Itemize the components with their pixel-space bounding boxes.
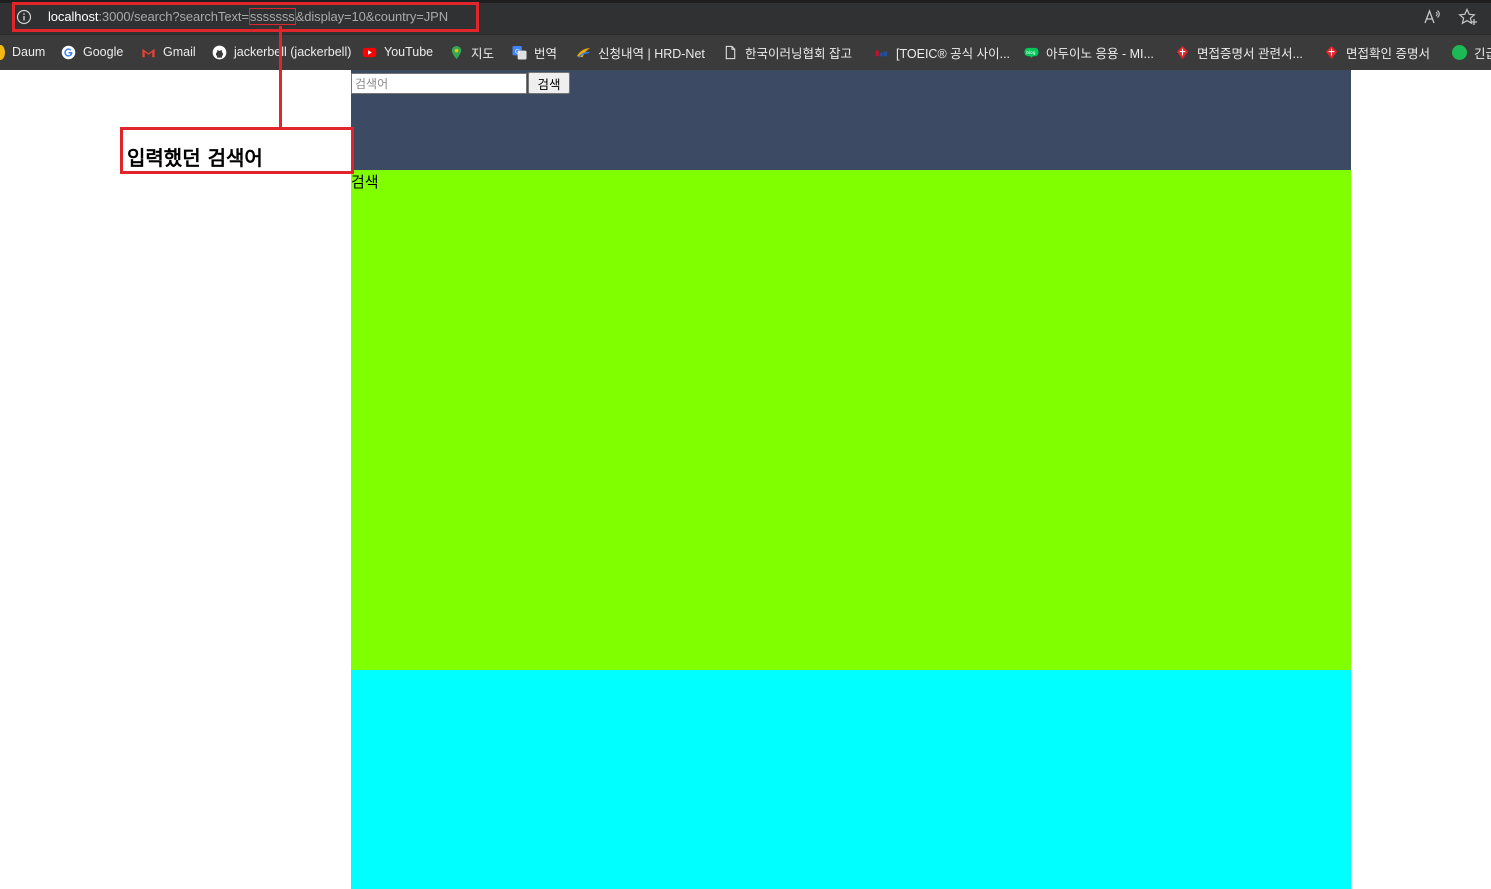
- read-aloud-icon[interactable]: [1423, 9, 1441, 25]
- cert-icon: [1325, 45, 1338, 59]
- search-button[interactable]: 검색: [528, 72, 570, 94]
- bookmark-label: 신청내역 | HRD-Net: [598, 46, 705, 61]
- bookmark-label: Google: [83, 45, 124, 59]
- annotation-connector-line: [279, 26, 282, 128]
- bookmark-label: 번역: [534, 46, 558, 61]
- add-favorite-icon[interactable]: [1458, 8, 1478, 26]
- gmail-icon: [142, 48, 155, 57]
- url-highlight-box: [12, 2, 479, 32]
- green-circle-icon: [1452, 44, 1467, 60]
- annotation-callout-text: 입력했던 검색어: [127, 146, 263, 170]
- daum-icon: [0, 44, 5, 60]
- bookmark-label: jackerbell (jackerbell): [234, 45, 352, 59]
- search-result-label: 검색: [351, 174, 379, 191]
- bookmark-label: Gmail: [163, 45, 196, 59]
- bookmark-item[interactable]: G 번역: [512, 43, 557, 61]
- search-result-section: 검색: [351, 170, 1351, 670]
- github-icon: [212, 45, 227, 59]
- annotation-callout: 입력했던 검색어: [120, 127, 354, 174]
- bookmark-label: 긴급: [1474, 46, 1491, 61]
- bookmark-item[interactable]: Gmail: [141, 43, 196, 61]
- bookmark-label: Daum: [12, 45, 46, 59]
- bookmark-label: 면접증명서 관련서...: [1197, 46, 1303, 61]
- hrdnet-icon: [576, 47, 591, 58]
- bookmark-item[interactable]: blog 아두이노 응용 - MI...: [1024, 43, 1154, 61]
- bookmark-item[interactable]: 한국이러닝협회 잡고: [723, 43, 852, 61]
- blog-icon: blog: [1024, 47, 1039, 58]
- bookmark-label: 아두이노 응용 - MI...: [1046, 46, 1154, 61]
- document-icon: [725, 45, 736, 59]
- bookmark-item[interactable]: Google: [61, 43, 123, 61]
- bookmark-item[interactable]: 신청내역 | HRD-Net: [576, 43, 705, 61]
- bookmark-item[interactable]: YouTube: [362, 43, 433, 61]
- bookmark-label: 한국이러닝협회 잡고: [745, 46, 852, 61]
- bottom-section: [351, 670, 1351, 889]
- google-icon: [61, 45, 76, 59]
- cert-icon: [1176, 45, 1189, 59]
- bookmark-item[interactable]: 면접확인 증명서: [1324, 43, 1430, 61]
- svg-text:blog: blog: [1026, 50, 1036, 56]
- bookmark-label: 면접확인 증명서: [1346, 46, 1430, 61]
- bookmark-item[interactable]: [TOEIC® 공식 사이...: [874, 43, 1010, 61]
- bookmark-item[interactable]: 지도: [449, 43, 494, 61]
- translate-icon: G: [512, 45, 527, 60]
- bookmark-label: [TOEIC® 공식 사이...: [896, 46, 1011, 61]
- bookmark-label: YouTube: [384, 45, 434, 59]
- bookmark-item[interactable]: 면접증명서 관련서...: [1175, 43, 1303, 61]
- youtube-icon: [362, 47, 377, 57]
- bookmarks-bar: Daum Google Gmail jackerbell (jackerbell…: [0, 34, 1491, 70]
- bookmark-label: 지도: [471, 46, 495, 61]
- bookmark-item[interactable]: 긴급: [1452, 43, 1491, 61]
- svg-text:G: G: [515, 47, 520, 55]
- toeic-icon: [875, 50, 888, 56]
- bookmark-item[interactable]: Daum: [0, 43, 45, 61]
- maps-pin-icon: [451, 45, 462, 59]
- search-input[interactable]: [351, 73, 527, 94]
